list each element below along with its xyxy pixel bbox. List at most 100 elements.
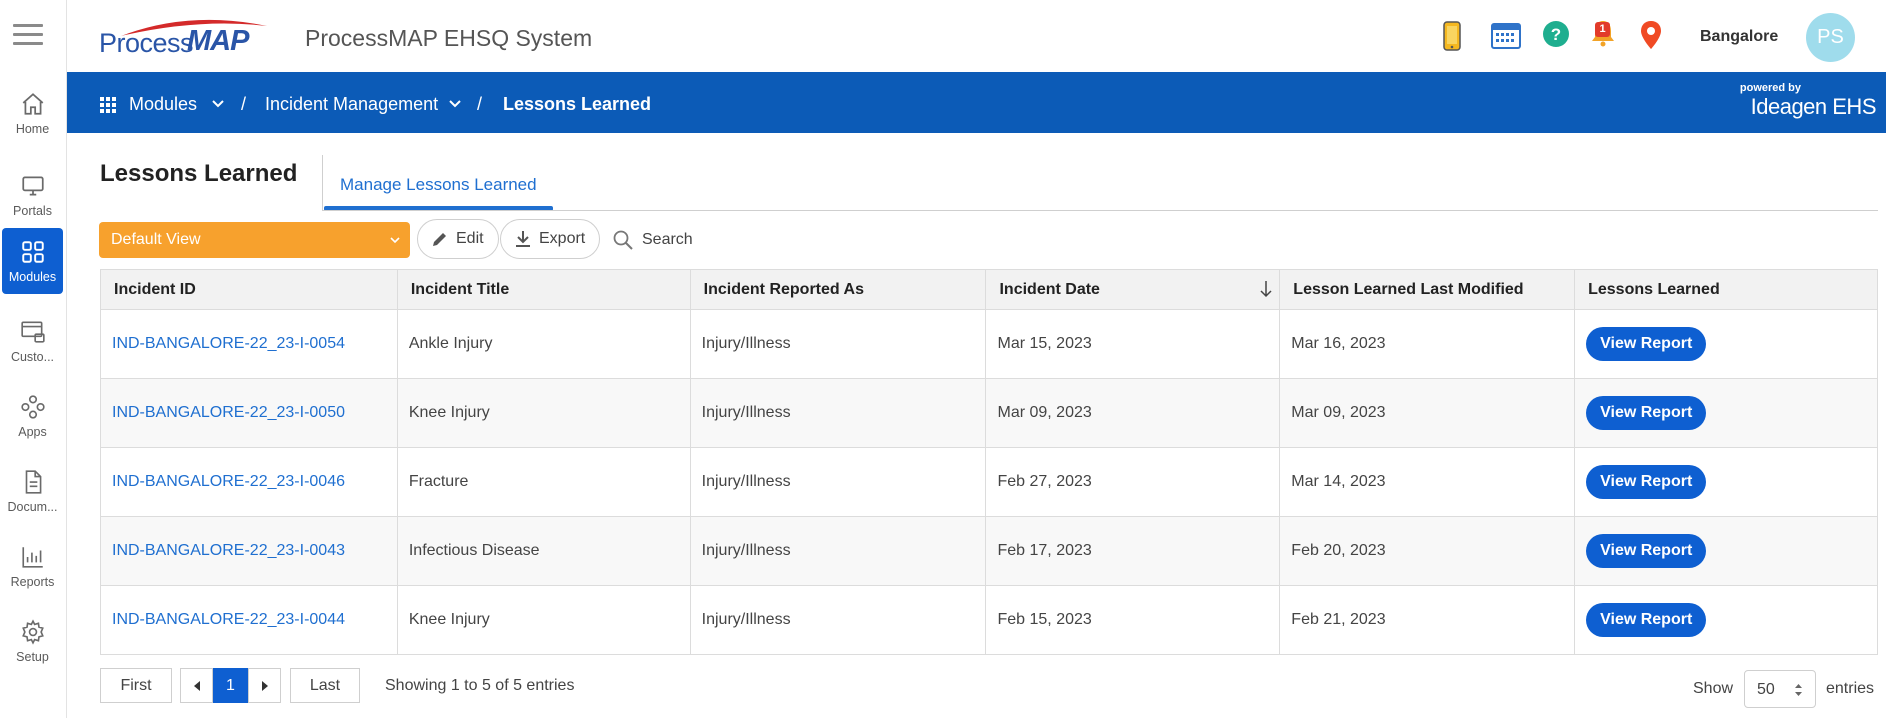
export-button[interactable]: Export (500, 219, 601, 259)
rail-label: Docum... (7, 499, 58, 514)
next-page-button[interactable] (248, 668, 281, 703)
mobile-icon[interactable] (1441, 20, 1463, 52)
view-report-button[interactable]: View Report (1586, 465, 1707, 499)
hamburger-menu-icon[interactable] (13, 24, 43, 46)
chevron-down-icon[interactable] (449, 99, 461, 109)
svg-text:?: ? (1551, 25, 1561, 44)
app-root: Home Portals Modules Custo... Apps Docum… (0, 0, 1886, 718)
column-header[interactable]: Lessons Learned (1574, 269, 1878, 310)
rail-label: Apps (18, 424, 47, 439)
rail-item-custom[interactable]: Custo... (2, 308, 63, 374)
page-number-button[interactable]: 1 (213, 668, 248, 703)
column-header[interactable]: Incident Date (985, 269, 1281, 310)
powered-by-label: powered by (1739, 82, 1801, 94)
chevron-down-icon (390, 237, 400, 244)
help-icon[interactable]: ? (1542, 20, 1570, 48)
breadcrumb-incident-management[interactable]: Incident Management (265, 94, 438, 115)
chart-icon (21, 546, 43, 568)
column-header[interactable]: Incident Reported As (689, 269, 987, 310)
view-selector-value: Default View (111, 231, 201, 248)
app-title: ProcessMAP EHSQ System (305, 25, 593, 51)
tab-divider (322, 155, 323, 211)
edit-button[interactable]: Edit (417, 219, 499, 259)
tab-manage-lessons-learned[interactable]: Manage Lessons Learned (324, 163, 553, 210)
column-header[interactable]: Lesson Learned Last Modified (1279, 269, 1576, 310)
rail-label: Reports (10, 574, 55, 589)
gear-icon (21, 618, 44, 645)
caret-left-icon (193, 680, 200, 691)
last-page-button[interactable]: Last (290, 668, 360, 703)
entries-label: entries (1826, 680, 1875, 697)
incident-title-cell: Ankle Injury (396, 309, 691, 379)
incident-id-cell: IND-BANGALORE-22_23-I-0043 (100, 516, 398, 586)
export-label: Export (539, 230, 586, 247)
rail-item-setup[interactable]: Setup (2, 608, 63, 674)
incident-id-link[interactable]: IND-BANGALORE-22_23-I-0044 (112, 611, 345, 628)
reported-as-cell: Injury/Illness (689, 585, 987, 655)
apps-icon (20, 394, 45, 419)
sort-updown-icon (1795, 684, 1802, 696)
view-report-button[interactable]: View Report (1586, 396, 1707, 430)
column-header-label: Incident Date (999, 280, 1100, 298)
column-header[interactable]: Incident ID (100, 269, 398, 310)
rail-item-reports[interactable]: Reports (2, 533, 63, 599)
first-page-button[interactable]: First (100, 668, 172, 703)
notification-bell-icon[interactable]: 1 (1589, 18, 1617, 48)
breadcrumb-bar: Modules / Incident Management / Lessons … (67, 72, 1886, 133)
table-row: IND-BANGALORE-22_23-I-0046 Fracture Inju… (100, 447, 1878, 517)
table-row: IND-BANGALORE-22_23-I-0044 Knee Injury I… (100, 585, 1878, 655)
last-modified-cell: Mar 14, 2023 (1279, 447, 1576, 517)
breadcrumb-current: Lessons Learned (503, 94, 652, 114)
sort-descending-icon[interactable] (1259, 279, 1273, 299)
view-report-button[interactable]: View Report (1586, 327, 1707, 361)
rail-item-portals[interactable]: Portals (2, 162, 63, 228)
calendar-icon[interactable] (1490, 20, 1522, 50)
incident-id-link[interactable]: IND-BANGALORE-22_23-I-0043 (112, 542, 345, 559)
incident-date-cell: Mar 09, 2023 (985, 378, 1281, 448)
incident-id-link[interactable]: IND-BANGALORE-22_23-I-0050 (112, 404, 345, 421)
location-pin-icon[interactable] (1639, 20, 1663, 50)
lessons-learned-table: Incident ID Incident Title Incident Repo… (100, 269, 1878, 655)
reported-as-cell: Injury/Illness (689, 447, 987, 517)
view-report-button[interactable]: View Report (1586, 603, 1707, 637)
processmap-logo[interactable]: Process MAP (99, 18, 269, 58)
view-report-button[interactable]: View Report (1586, 534, 1707, 568)
rail-label: Modules (8, 269, 57, 284)
modules-grid-icon[interactable] (100, 97, 116, 113)
column-header[interactable]: Incident Title (396, 269, 691, 310)
user-avatar[interactable]: PS (1806, 13, 1855, 62)
location-label[interactable]: Bangalore (1700, 28, 1778, 46)
table-header-row: Incident ID Incident Title Incident Repo… (100, 269, 1878, 310)
table-row: IND-BANGALORE-22_23-I-0050 Knee Injury I… (100, 378, 1878, 448)
table-row: IND-BANGALORE-22_23-I-0043 Infectious Di… (100, 516, 1878, 586)
search-label: Search (642, 231, 693, 248)
rail-item-documents[interactable]: Docum... (2, 458, 63, 524)
incident-id-link[interactable]: IND-BANGALORE-22_23-I-0046 (112, 473, 345, 490)
incident-title-cell: Fracture (396, 447, 691, 517)
prev-page-button[interactable] (180, 668, 213, 703)
rail-item-home[interactable]: Home (2, 80, 63, 146)
rail-item-modules[interactable]: Modules (2, 228, 63, 294)
notification-count: 1 (1595, 22, 1610, 37)
page-size-select[interactable]: 50 (1744, 670, 1816, 708)
chevron-down-icon[interactable] (212, 99, 224, 109)
document-icon (25, 469, 41, 494)
tabs-baseline (322, 210, 1878, 211)
top-header: Process MAP ProcessMAP EHSQ System ? 1 B… (67, 0, 1886, 72)
brand-label: Ideagen EHS (1750, 94, 1877, 119)
edit-label: Edit (456, 230, 484, 247)
rail-label: Setup (16, 649, 49, 664)
incident-id-link[interactable]: IND-BANGALORE-22_23-I-0054 (112, 335, 345, 352)
home-icon (22, 92, 43, 115)
custom-icon (20, 320, 45, 343)
grid-icon (21, 240, 44, 263)
breadcrumb-modules[interactable]: Modules (129, 94, 197, 115)
reported-as-cell: Injury/Illness (689, 309, 987, 379)
incident-date-cell: Feb 27, 2023 (985, 447, 1281, 517)
search-button[interactable]: Search (612, 229, 693, 251)
pencil-icon (433, 233, 446, 246)
action-cell: View Report (1574, 309, 1878, 379)
rail-item-apps[interactable]: Apps (2, 383, 63, 449)
view-selector[interactable]: Default View (99, 222, 410, 258)
reported-as-cell: Injury/Illness (689, 378, 987, 448)
